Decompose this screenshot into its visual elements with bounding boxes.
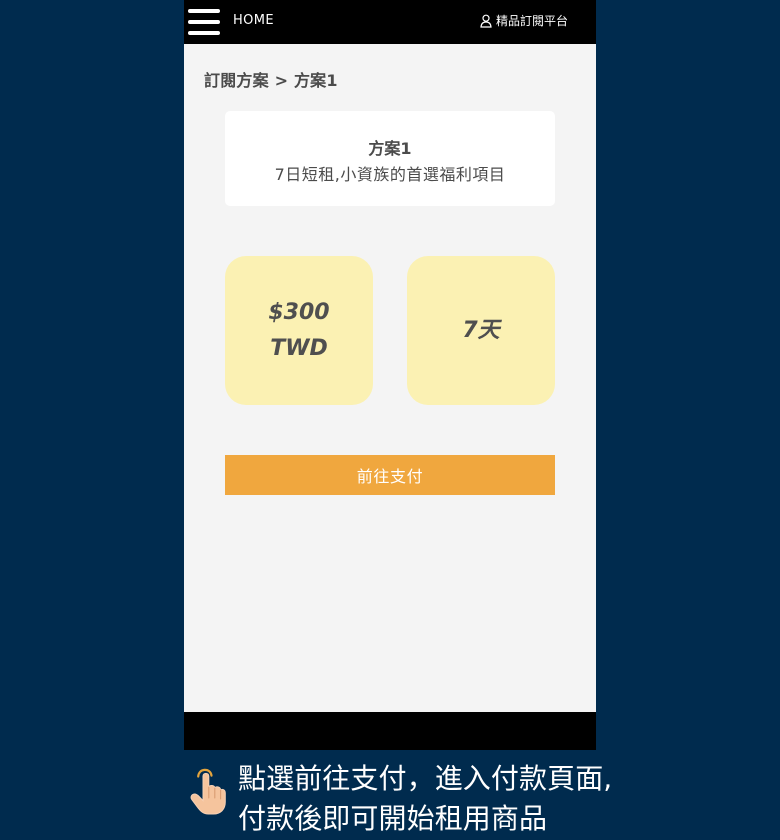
pointing-hand-icon — [190, 768, 226, 815]
menu-line-middle — [188, 20, 220, 24]
top-navigation-bar: HOME 精品訂閱平台 — [184, 0, 596, 44]
plan-title: 方案1 — [368, 139, 412, 158]
instruction-text: 點選前往支付，進入付款頁面, 付款後即可開始租用商品 — [238, 759, 758, 839]
price-box: $300 TWD — [225, 256, 373, 405]
menu-line-bottom — [188, 31, 220, 35]
proceed-to-payment-button[interactable]: 前往支付 — [225, 455, 555, 495]
bottom-black-bar — [184, 712, 596, 750]
screenshot-stage: HOME 精品訂閱平台 訂閱方案 > 方案1 方案1 7日短租,小資族的首選福利… — [0, 0, 780, 840]
plan-description: 7日短租,小資族的首選福利項目 — [274, 165, 506, 184]
hamburger-menu-icon[interactable] — [188, 9, 220, 35]
price-currency: TWD — [270, 335, 328, 361]
user-icon — [480, 14, 492, 28]
mobile-page: HOME 精品訂閱平台 訂閱方案 > 方案1 方案1 7日短租,小資族的首選福利… — [184, 0, 596, 750]
subscription-platform-label: 精品訂閱平台 — [495, 14, 568, 28]
menu-line-top — [188, 9, 220, 13]
plan-summary-card: 方案1 7日短租,小資族的首選福利項目 — [225, 111, 555, 206]
instruction-line-2: 付款後即可開始租用商品 — [238, 802, 548, 835]
home-link[interactable]: HOME — [233, 13, 274, 28]
subscription-platform-link[interactable]: 精品訂閱平台 — [479, 12, 568, 29]
breadcrumb: 訂閱方案 > 方案1 — [204, 71, 338, 90]
duration-value: 7天 — [462, 317, 500, 343]
price-amount: $300 — [268, 299, 330, 325]
instruction-line-1: 點選前往支付，進入付款頁面, — [238, 762, 613, 795]
duration-box: 7天 — [407, 256, 555, 405]
instruction-caption: 點選前往支付，進入付款頁面, 付款後即可開始租用商品 — [186, 759, 756, 840]
price-value: $300 TWD — [268, 295, 329, 367]
